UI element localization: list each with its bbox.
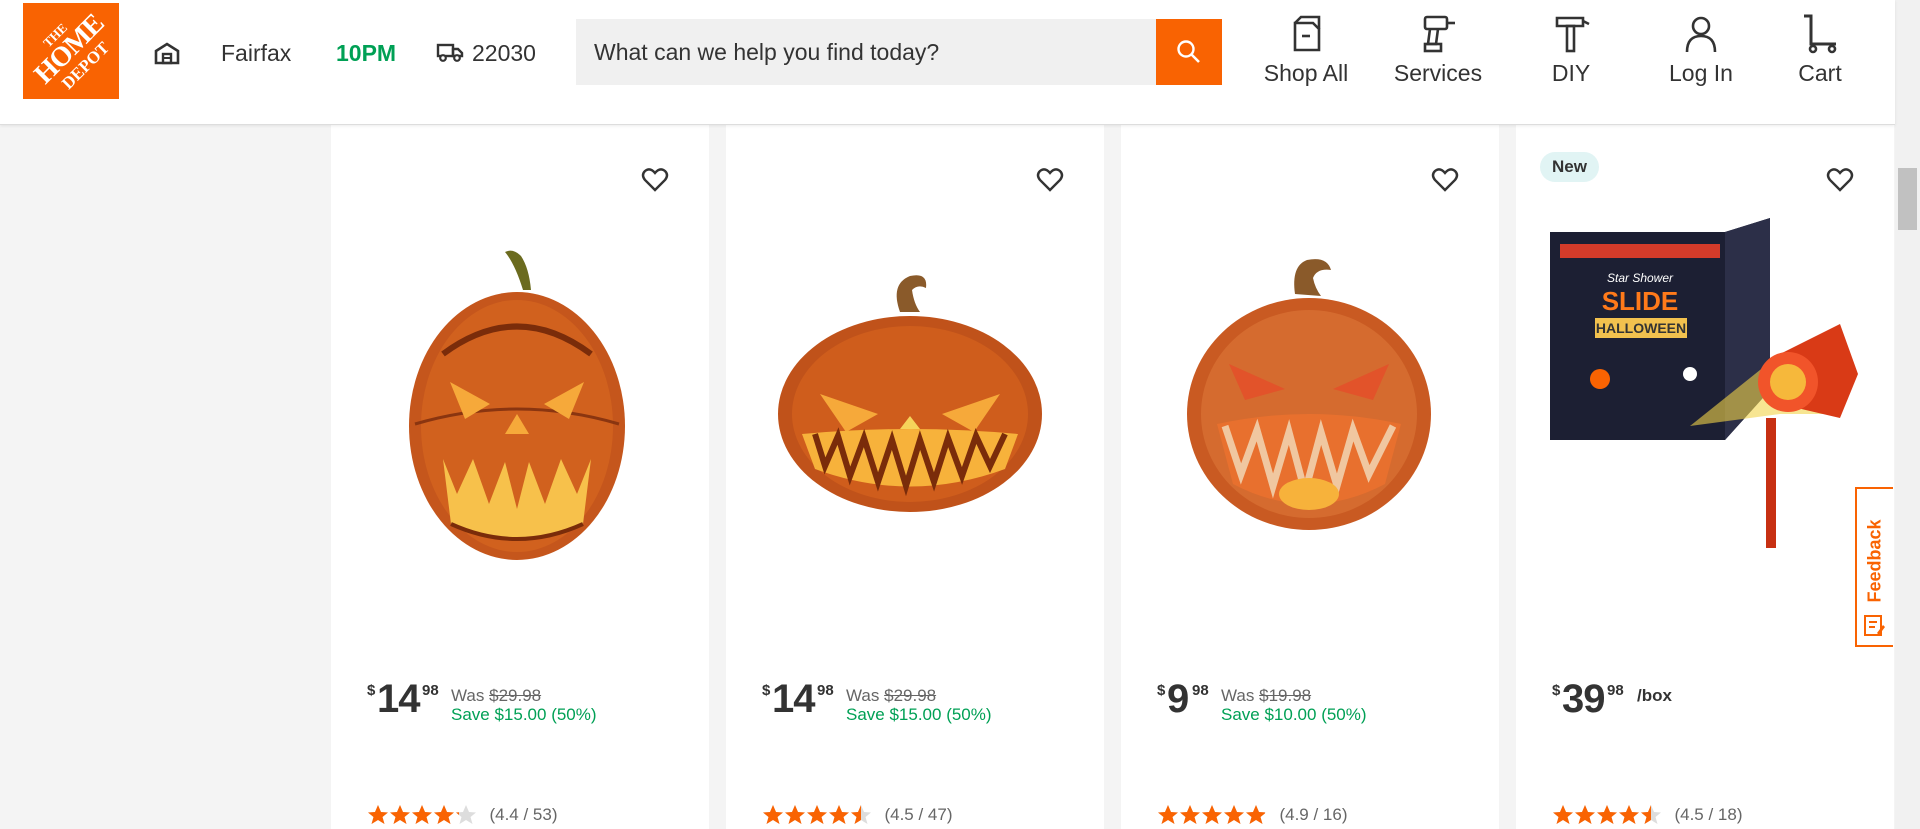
price-currency: $ xyxy=(1157,682,1166,699)
search-input[interactable] xyxy=(576,19,1156,85)
price-cents: 98 xyxy=(422,682,439,699)
diy-hammer-icon xyxy=(1555,16,1590,53)
heart-icon[interactable] xyxy=(1036,166,1064,194)
product-rating[interactable]: (4.5 / 47) xyxy=(762,804,953,828)
shop-all-icon xyxy=(1293,15,1321,52)
feedback-tab[interactable]: Feedback xyxy=(1855,487,1893,647)
search-button[interactable] xyxy=(1156,19,1222,85)
delivery-truck-icon[interactable] xyxy=(436,41,464,63)
was-label: Was xyxy=(1221,686,1255,705)
product-rating[interactable]: (4.9 / 16) xyxy=(1157,804,1348,828)
product-rating[interactable]: (4.4 / 53) xyxy=(367,804,558,828)
price-dollars: 14 xyxy=(377,677,420,721)
services-drill-icon xyxy=(1423,15,1455,53)
product-image[interactable]: Star Shower SLIDE HALLOWEEN xyxy=(1540,204,1870,574)
stars-filled xyxy=(1553,805,1651,824)
nav-shop-all-label: Shop All xyxy=(1263,60,1349,86)
was-amount: $29.98 xyxy=(489,686,542,705)
product-card[interactable]: $ 9 98 Was $19.98 Save $10.00 (50%) (4.9… xyxy=(1121,124,1499,829)
price-currency: $ xyxy=(367,682,376,699)
star-rating xyxy=(368,805,476,824)
stars-filled xyxy=(1158,805,1265,824)
product-image[interactable] xyxy=(750,204,1080,574)
rating-count: (4.5 / 47) xyxy=(884,805,953,824)
user-icon xyxy=(1685,16,1717,53)
star-rating xyxy=(1158,805,1266,824)
price-cents: 98 xyxy=(1192,682,1209,699)
feedback-label: Feedback xyxy=(1864,519,1885,603)
store-name[interactable]: Fairfax xyxy=(221,40,291,67)
delivery-zip[interactable]: 22030 xyxy=(472,40,536,67)
was-label: Was xyxy=(846,686,880,705)
product-image[interactable] xyxy=(355,204,685,574)
page-scrollbar[interactable] xyxy=(1895,0,1920,829)
nav-cart[interactable]: Cart xyxy=(1770,14,1870,94)
nav-shop-all[interactable]: Shop All xyxy=(1256,14,1356,94)
feedback-note-icon xyxy=(1864,615,1885,636)
price-cents: 98 xyxy=(817,682,834,699)
stars-filled xyxy=(763,805,861,824)
nav-services[interactable]: Services xyxy=(1385,14,1491,94)
nav-cart-label: Cart xyxy=(1798,60,1842,86)
price-dollars: 9 xyxy=(1167,677,1189,721)
price-dollars: 14 xyxy=(772,677,815,721)
search-bar xyxy=(576,19,1222,85)
was-label: Was xyxy=(451,686,485,705)
price-currency: $ xyxy=(1552,682,1561,699)
new-badge: New xyxy=(1540,152,1599,182)
rating-count: (4.9 / 16) xyxy=(1279,805,1348,824)
price-currency: $ xyxy=(762,682,771,699)
heart-icon[interactable] xyxy=(641,166,669,194)
scrollbar-thumb[interactable] xyxy=(1898,168,1917,230)
star-rating xyxy=(763,805,871,824)
product-card[interactable]: New Star Shower SLIDE HALLOWEEN $ 39 98 … xyxy=(1516,124,1894,829)
nav-diy[interactable]: DIY xyxy=(1521,14,1621,94)
was-amount: $29.98 xyxy=(884,686,937,705)
nav-services-label: Services xyxy=(1393,60,1483,86)
nav-log-in-label: Log In xyxy=(1669,60,1733,86)
heart-icon[interactable] xyxy=(1431,166,1459,194)
product-rating[interactable]: (4.5 / 18) xyxy=(1552,804,1743,828)
cart-icon xyxy=(1804,14,1837,54)
store-hours[interactable]: 10PM xyxy=(336,40,396,67)
was-price: Was $29.98 xyxy=(846,686,936,706)
price-dollars: 39 xyxy=(1562,677,1605,721)
box-line-2: HALLOWEEN xyxy=(1596,320,1686,336)
home-depot-logo[interactable]: THE HOME DEPOT xyxy=(23,3,119,99)
heart-icon[interactable] xyxy=(1826,166,1854,194)
price-unit: /box xyxy=(1637,686,1672,705)
was-price: Was $29.98 xyxy=(451,686,541,706)
search-icon xyxy=(1177,40,1200,63)
product-card[interactable]: $ 14 98 Was $29.98 Save $15.00 (50%) (4.… xyxy=(726,124,1104,829)
rating-count: (4.4 / 53) xyxy=(489,805,558,824)
savings-text: Save $15.00 (50%) xyxy=(451,705,597,724)
price-cents: 98 xyxy=(1607,682,1624,699)
box-line-1: SLIDE xyxy=(1602,286,1679,316)
product-image[interactable] xyxy=(1145,204,1475,574)
box-brand: Star Shower xyxy=(1607,271,1674,285)
logo-text: THE HOME DEPOT xyxy=(23,3,119,99)
savings-text: Save $15.00 (50%) xyxy=(846,705,992,724)
nav-diy-label: DIY xyxy=(1551,60,1591,86)
was-price: Was $19.98 xyxy=(1221,686,1311,706)
product-card[interactable]: $ 14 98 Was $29.98 Save $15.00 (50%) (4.… xyxy=(331,124,709,829)
savings-text: Save $10.00 (50%) xyxy=(1221,705,1367,724)
site-header: THE HOME DEPOT Fairfax 10PM 22030 What c… xyxy=(0,0,1895,125)
star-rating xyxy=(1553,805,1661,824)
was-amount: $19.98 xyxy=(1259,686,1312,705)
nav-log-in[interactable]: Log In xyxy=(1651,14,1751,94)
store-icon[interactable] xyxy=(154,41,180,65)
rating-count: (4.5 / 18) xyxy=(1674,805,1743,824)
